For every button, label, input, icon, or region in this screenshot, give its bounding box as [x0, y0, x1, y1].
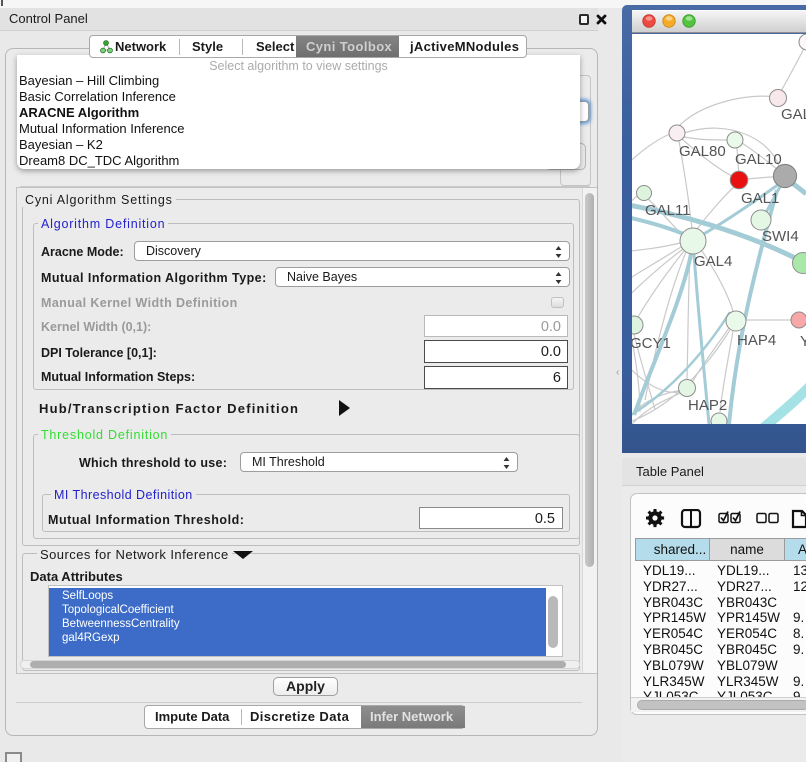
- svg-text:GAL11: GAL11: [645, 202, 691, 219]
- svg-text:GCY1: GCY1: [632, 335, 671, 352]
- svg-text:GAL1: GAL1: [741, 190, 779, 207]
- svg-text:GAL4: GAL4: [694, 253, 732, 270]
- svg-text:YM: YM: [800, 333, 806, 350]
- svg-text:GAL7: GAL7: [781, 106, 806, 123]
- svg-text:GAL80: GAL80: [679, 143, 726, 160]
- svg-text:HAP2: HAP2: [688, 397, 727, 414]
- svg-text:HAP4: HAP4: [737, 332, 776, 349]
- svg-text:SWI4: SWI4: [762, 228, 799, 245]
- svg-text:GAL10: GAL10: [735, 151, 782, 168]
